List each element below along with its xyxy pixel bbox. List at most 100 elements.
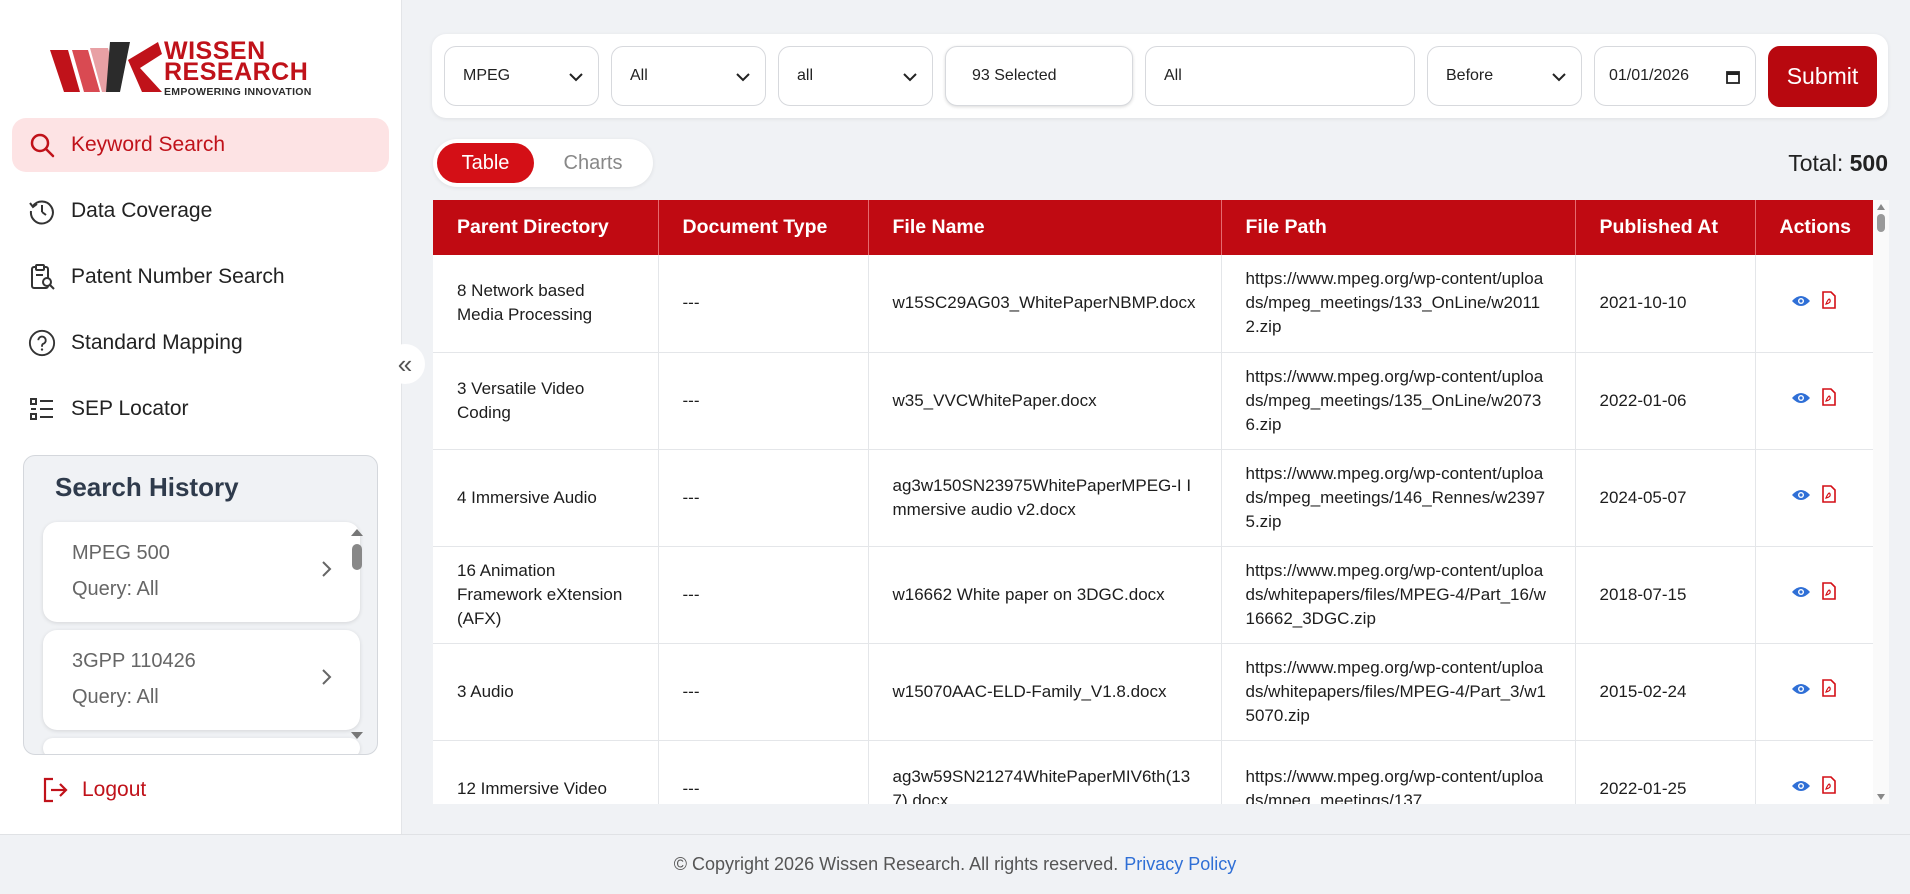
- table-cell: 2022-01-25: [1575, 740, 1756, 804]
- table-cell: 8 Network based Media Processing: [433, 255, 659, 353]
- column-header[interactable]: Parent Directory: [433, 200, 659, 255]
- table-cell: 3 Audio: [433, 643, 659, 741]
- filter-bar: MPEG All all 93 Selected All i Before 01…: [432, 34, 1888, 118]
- actions-cell: [1755, 449, 1874, 547]
- table-cell: ag3w59SN21274WhitePaperMIV6th(137).docx: [868, 740, 1222, 804]
- sidebar: WISSEN RESEARCH EMPOWERING INNOVATION Ke…: [0, 0, 402, 834]
- total-value: 500: [1849, 150, 1888, 176]
- eye-icon[interactable]: [1791, 388, 1811, 413]
- search-history-panel: Search History MPEG 500 Query: All 3GPP …: [23, 455, 378, 755]
- date-condition-value: Before: [1446, 67, 1494, 84]
- copyright-text: © Copyright 2026 Wissen Research. All ri…: [673, 854, 1119, 874]
- column-header[interactable]: Published At: [1575, 200, 1756, 255]
- table-cell: 2024-05-07: [1575, 449, 1756, 547]
- table-header-row: Parent Directory Document Type File Name…: [433, 200, 1874, 255]
- history-item[interactable]: 3GPP 110426 Query: All: [43, 630, 360, 730]
- actions-cell: [1755, 255, 1874, 353]
- date-input-value: 01/01/2026: [1609, 67, 1690, 84]
- sidebar-item-sep-locator[interactable]: SEP Locator: [12, 382, 389, 436]
- list-icon: [28, 395, 56, 423]
- actions-cell: [1755, 643, 1874, 741]
- chevron-down-icon: [736, 73, 750, 82]
- chevron-down-icon: [903, 73, 917, 82]
- eye-icon[interactable]: [1791, 776, 1811, 801]
- table-cell: https://www.mpeg.org/wp-content/uploads/…: [1221, 740, 1576, 804]
- filter-2-select[interactable]: All: [611, 46, 766, 106]
- calendar-icon: [1726, 71, 1740, 84]
- organization-value: MPEG: [463, 67, 511, 84]
- collapse-sidebar-button[interactable]: «: [385, 344, 425, 384]
- table-cell: ag3w150SN23975WhitePaperMPEG-I Immersive…: [868, 449, 1222, 547]
- total-count: Total: 500: [1788, 150, 1888, 177]
- history-item[interactable]: MPEG 500 Query: All: [43, 522, 360, 622]
- table-cell: ---: [658, 449, 869, 547]
- table-cell: 2022-01-06: [1575, 352, 1756, 450]
- eye-icon[interactable]: [1791, 679, 1811, 704]
- eye-icon[interactable]: [1791, 582, 1811, 607]
- pdf-icon[interactable]: [1821, 582, 1837, 607]
- table-row: 4 Immersive Audio --- ag3w150SN23975WhiteP…: [433, 449, 1874, 547]
- table-body: 8 Network based Media Processing --- w15SC…: [433, 255, 1874, 804]
- brand-logo[interactable]: WISSEN RESEARCH EMPOWERING INNOVATION: [50, 39, 355, 102]
- table-cell: ---: [658, 255, 869, 353]
- tab-charts[interactable]: Charts: [538, 143, 648, 183]
- total-label: Total:: [1788, 150, 1844, 176]
- table-cell: w35_VVCWhitePaper.docx: [868, 352, 1222, 450]
- pdf-icon[interactable]: [1821, 290, 1837, 316]
- table-scrollbar[interactable]: [1873, 200, 1889, 804]
- pdf-icon[interactable]: [1821, 776, 1837, 801]
- sidebar-item-data-coverage[interactable]: Data Coverage: [12, 184, 389, 238]
- table-row: 16 Animation Framework eXtension (AFX) --…: [433, 546, 1874, 644]
- sidebar-item-label: Keyword Search: [71, 133, 226, 156]
- pdf-icon[interactable]: [1821, 485, 1837, 510]
- table-cell: ---: [658, 740, 869, 804]
- sidebar-item-label: SEP Locator: [71, 397, 189, 420]
- chevron-right-icon: [316, 666, 338, 688]
- table-row: 8 Network based Media Processing --- w15SC…: [433, 255, 1874, 353]
- table-cell: ---: [658, 546, 869, 644]
- double-chevron-left-icon: «: [397, 348, 413, 379]
- tab-table[interactable]: Table: [437, 143, 534, 183]
- search-icon: [28, 131, 56, 159]
- organization-select[interactable]: MPEG: [444, 46, 599, 106]
- submit-button[interactable]: Submit: [1768, 46, 1877, 107]
- eye-icon[interactable]: [1791, 291, 1811, 316]
- date-input[interactable]: 01/01/2026: [1594, 46, 1756, 106]
- pdf-icon[interactable]: [1821, 388, 1837, 413]
- column-header[interactable]: Document Type: [658, 200, 869, 255]
- table-cell: 2021-10-10: [1575, 255, 1756, 353]
- pdf-icon[interactable]: [1821, 679, 1837, 704]
- table-cell: ---: [658, 352, 869, 450]
- eye-icon[interactable]: [1791, 485, 1811, 510]
- sidebar-item-standard-mapping[interactable]: Standard Mapping: [12, 316, 389, 370]
- footer: © Copyright 2026 Wissen Research. All ri…: [0, 834, 1910, 894]
- app-root: WISSEN RESEARCH EMPOWERING INNOVATION Ke…: [0, 0, 1910, 894]
- history-clock-icon: [28, 197, 56, 225]
- table-cell: 16 Animation Framework eXtension (AFX): [433, 546, 659, 644]
- date-condition-select[interactable]: Before: [1427, 46, 1582, 106]
- multi-select-dropdown[interactable]: 93 Selected: [945, 46, 1133, 106]
- privacy-policy-link[interactable]: Privacy Policy: [1124, 854, 1236, 875]
- keyword-input[interactable]: All: [1145, 46, 1415, 106]
- history-item[interactable]: [43, 738, 360, 754]
- table-cell: 2018-07-15: [1575, 546, 1756, 644]
- sidebar-item-keyword-search[interactable]: Keyword Search: [12, 118, 389, 172]
- actions-cell: [1755, 740, 1874, 804]
- history-scrollbar[interactable]: [345, 526, 369, 746]
- filter-2-value: All: [630, 67, 648, 84]
- clipboard-search-icon: [28, 263, 56, 291]
- filter-3-select[interactable]: all: [778, 46, 933, 106]
- logout-icon: [40, 775, 70, 805]
- logout-button[interactable]: Logout: [40, 772, 146, 808]
- chevron-down-icon: [1552, 73, 1566, 82]
- column-header[interactable]: File Name: [868, 200, 1222, 255]
- table-cell: https://www.mpeg.org/wp-content/uploads/…: [1221, 546, 1576, 644]
- multi-select-value: 93 Selected: [972, 67, 1057, 84]
- sidebar-item-label: Patent Number Search: [71, 265, 285, 288]
- actions-cell: [1755, 352, 1874, 450]
- sidebar-item-label: Data Coverage: [71, 199, 213, 222]
- table-cell: 4 Immersive Audio: [433, 449, 659, 547]
- sidebar-item-patent-number-search[interactable]: Patent Number Search: [12, 250, 389, 304]
- history-item-title: 3GPP 110426: [72, 650, 196, 672]
- column-header[interactable]: File Path: [1221, 200, 1576, 255]
